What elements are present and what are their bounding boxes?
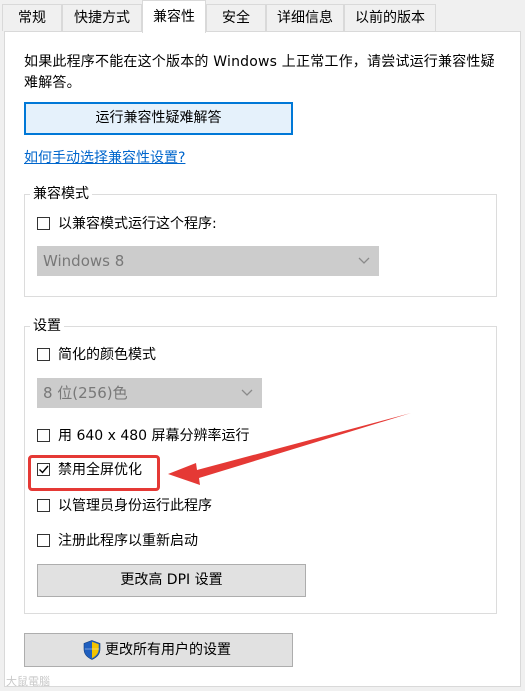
run-as-admin-checkbox[interactable] [37,499,50,512]
chevron-down-icon [241,389,253,396]
uac-shield-icon [83,640,101,660]
tab-details[interactable]: 详细信息 [266,4,344,31]
reduced-color-checkbox[interactable] [37,348,50,361]
highlight-box [28,455,160,491]
register-restart-row[interactable]: 注册此程序以重新启动 [37,532,227,550]
watermark-text: 大鼠電腦 [6,675,50,688]
low-res-checkbox[interactable] [37,429,50,442]
tab-previous-versions[interactable]: 以前的版本 [344,4,436,31]
os-select-value: Windows 8 [43,252,125,270]
color-select-value: 8 位(256)色 [43,384,128,402]
register-restart-checkbox[interactable] [37,534,50,547]
tab-compatibility[interactable]: 兼容性 [142,0,206,33]
tab-security[interactable]: 安全 [206,4,266,31]
change-all-users-label: 更改所有用户的设置 [105,642,231,658]
compat-mode-checkbox-label: 以兼容模式运行这个程序: [58,216,217,232]
os-select[interactable]: Windows 8 [37,246,379,276]
change-all-users-button[interactable]: 更改所有用户的设置 [24,633,293,667]
run-troubleshooter-button[interactable]: 运行兼容性疑难解答 [24,102,293,135]
reduced-color-label: 简化的颜色模式 [58,347,156,363]
chevron-down-icon [358,257,370,264]
register-restart-label: 注册此程序以重新启动 [58,533,198,549]
low-res-label: 用 640 x 480 屏幕分辨率运行 [58,428,250,444]
color-select[interactable]: 8 位(256)色 [37,378,262,408]
run-as-admin-row[interactable]: 以管理员身份运行此程序 [37,497,237,515]
run-as-admin-label: 以管理员身份运行此程序 [58,498,212,514]
compat-mode-checkbox[interactable] [37,217,50,230]
compat-mode-checkbox-row[interactable]: 以兼容模式运行这个程序: [37,215,257,233]
manual-settings-link[interactable]: 如何手动选择兼容性设置? [24,147,185,167]
tab-shortcut[interactable]: 快捷方式 [62,4,142,31]
low-res-row[interactable]: 用 640 x 480 屏幕分辨率运行 [37,427,277,445]
reduced-color-row[interactable]: 简化的颜色模式 [37,346,217,364]
compat-mode-title: 兼容模式 [30,185,92,203]
settings-title: 设置 [30,317,64,335]
tab-bar: 常规 快捷方式 兼容性 安全 详细信息 以前的版本 [0,0,525,33]
intro-text: 如果此程序不能在这个版本的 Windows 上正常工作，请尝试运行兼容性疑难解答… [24,54,495,91]
tab-general[interactable]: 常规 [2,4,62,31]
change-high-dpi-button[interactable]: 更改高 DPI 设置 [37,564,306,597]
